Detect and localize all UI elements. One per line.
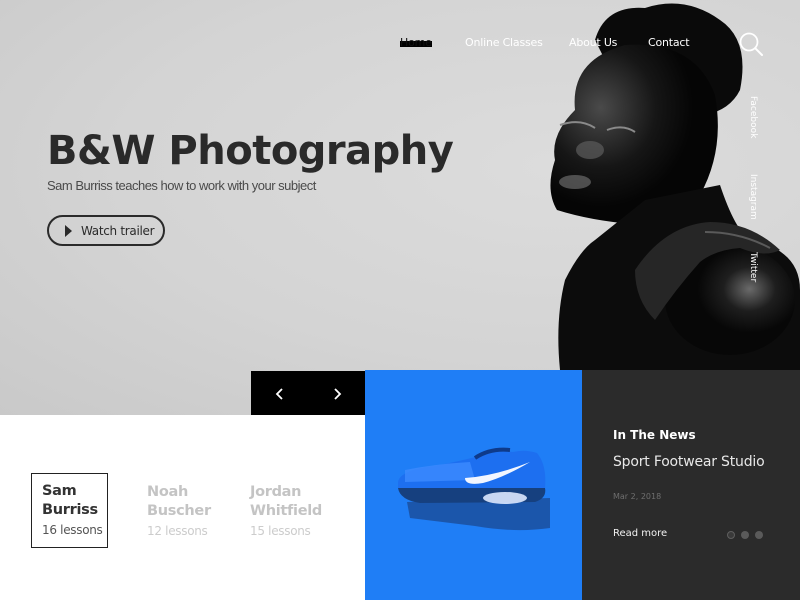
news-title: Sport Footwear Studio: [613, 454, 765, 470]
slider-prev-button[interactable]: [251, 371, 308, 416]
hero-subtitle: Sam Burriss teaches how to work with you…: [47, 178, 316, 193]
teacher-last-name: Burriss: [42, 502, 98, 518]
slider-controls: [251, 371, 365, 416]
chevron-right-icon: [333, 387, 341, 400]
pagination-dot-3[interactable]: [755, 531, 763, 539]
hero-title: B&W Photography: [47, 128, 454, 174]
teacher-first-name: Sam: [42, 483, 77, 499]
watch-trailer-label: Watch trailer: [81, 223, 155, 238]
teacher-card-sam-burriss[interactable]: Sam Burriss 16 lessons: [31, 473, 108, 548]
main-nav: Home Online Classes About Us Contact: [0, 36, 800, 52]
slider-next-button[interactable]: [308, 371, 365, 416]
news-panel: In The News Sport Footwear Studio Mar 2,…: [582, 370, 800, 600]
teacher-lesson-count: 16 lessons: [42, 523, 103, 537]
nav-item-online-classes[interactable]: Online Classes: [465, 36, 543, 49]
teacher-last-name: Buscher: [147, 503, 211, 519]
news-pagination-dots: [727, 531, 763, 539]
news-date: Mar 2, 2018: [613, 492, 662, 501]
teacher-first-name: Jordan: [250, 484, 302, 500]
social-link-instagram[interactable]: Instagram: [748, 174, 758, 220]
play-icon: [65, 224, 72, 237]
teacher-lesson-count: 12 lessons: [147, 524, 208, 538]
social-link-facebook[interactable]: Facebook: [748, 96, 758, 138]
pagination-dot-1[interactable]: [727, 531, 735, 539]
teacher-list: Sam Burriss 16 lessons Noah Buscher 12 l…: [0, 415, 365, 600]
nav-item-home[interactable]: Home: [400, 36, 432, 49]
product-image-panel[interactable]: [365, 370, 582, 600]
hero-section: Home Online Classes About Us Contact Fac…: [0, 0, 800, 415]
search-button[interactable]: [738, 31, 764, 57]
watch-trailer-button[interactable]: Watch trailer: [47, 215, 165, 246]
read-more-link[interactable]: Read more: [613, 528, 667, 539]
nav-item-about-us[interactable]: About Us: [569, 36, 617, 49]
nav-item-contact[interactable]: Contact: [648, 36, 690, 49]
teacher-card-jordan-whitfield[interactable]: Jordan Whitfield 15 lessons: [250, 483, 322, 538]
teacher-first-name: Noah: [147, 484, 189, 500]
teacher-lesson-count: 15 lessons: [250, 524, 311, 538]
social-link-twitter[interactable]: Twitter: [748, 252, 758, 282]
teacher-card-noah-buscher[interactable]: Noah Buscher 12 lessons: [147, 483, 211, 538]
search-icon: [739, 32, 763, 56]
teacher-last-name: Whitfield: [250, 503, 322, 519]
sneaker-image: [398, 447, 550, 531]
pagination-dot-2[interactable]: [741, 531, 749, 539]
chevron-left-icon: [275, 387, 283, 400]
news-section-label: In The News: [613, 428, 696, 442]
